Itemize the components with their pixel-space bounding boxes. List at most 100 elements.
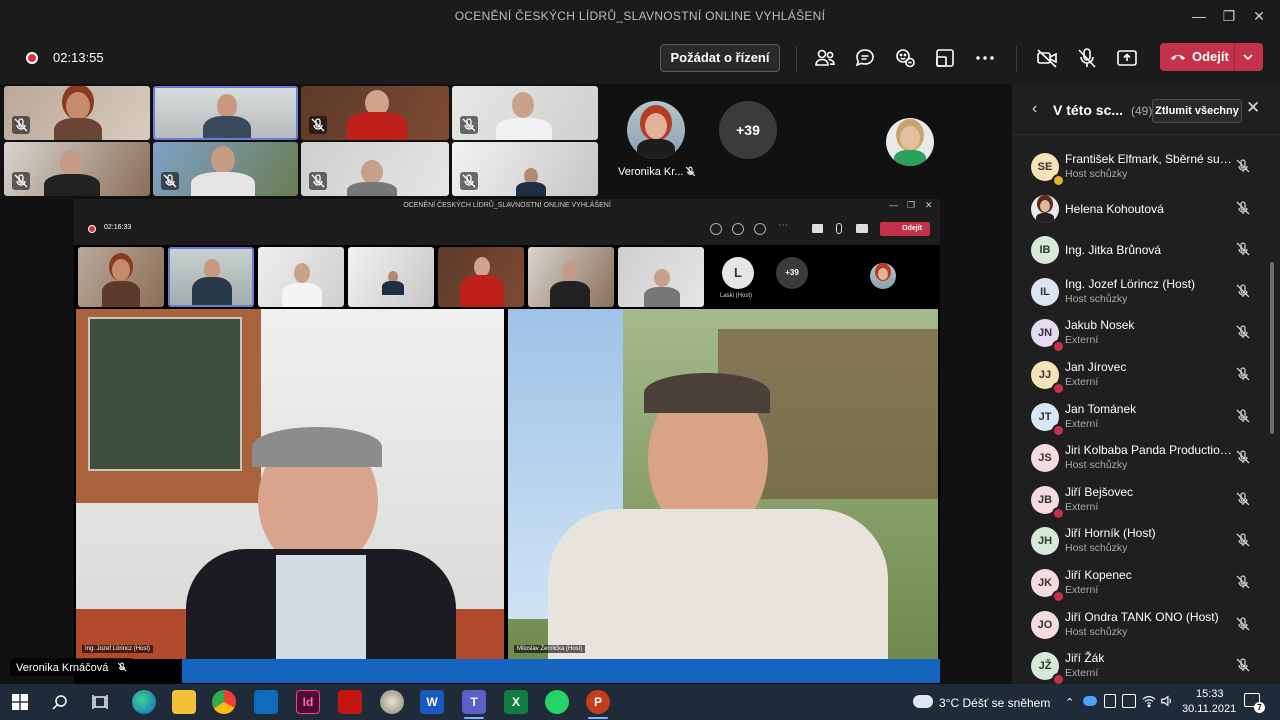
outlook-icon[interactable] — [254, 690, 278, 714]
muted-mic-icon[interactable] — [1234, 365, 1252, 383]
muted-mic-icon[interactable] — [1234, 282, 1252, 300]
weather-cloud-icon[interactable] — [913, 695, 933, 708]
excel-icon[interactable]: X — [504, 690, 528, 714]
participant-video-tile[interactable] — [4, 86, 150, 140]
participant-name: Jiří Bejšovec — [1065, 484, 1134, 499]
participant-row[interactable]: IB Ing. Jitka Brůnová — [1012, 230, 1272, 270]
participant-row[interactable]: JT Jan Tománek Externí — [1012, 397, 1272, 437]
wifi-icon[interactable] — [1142, 694, 1156, 708]
muted-mic-icon[interactable] — [1234, 240, 1252, 258]
participant-row[interactable]: Helena Kohoutová — [1012, 189, 1272, 229]
chat-icon[interactable] — [853, 46, 877, 70]
muted-mic-icon[interactable] — [1234, 573, 1252, 591]
mute-all-button[interactable]: Ztlumit všechny — [1152, 99, 1242, 123]
leave-button[interactable]: Odejít — [1160, 43, 1263, 71]
muted-mic-icon[interactable] — [1234, 490, 1252, 508]
onedrive-icon[interactable] — [1083, 696, 1097, 706]
window-title: OCENĚNÍ ČESKÝCH LÍDRŮ_SLAVNOSTNÍ ONLINE … — [454, 9, 826, 23]
request-control-button[interactable]: Požádat o řízení — [660, 44, 780, 72]
participant-row[interactable]: JK Jiří Kopenec Externí — [1012, 563, 1272, 603]
whatsapp-icon[interactable] — [545, 690, 569, 714]
participant-video-tile[interactable] — [301, 86, 449, 140]
meeting-stage: Veronika Kr... +39 OCENĚNÍ ČESKÝCH LÍDRŮ… — [0, 84, 1012, 685]
inner-video-tile — [438, 247, 524, 307]
indesign-icon[interactable]: Id — [296, 690, 320, 714]
participants-icon[interactable] — [813, 46, 837, 70]
chrome-icon[interactable] — [212, 690, 236, 714]
display-icon[interactable] — [1122, 694, 1136, 708]
participant-video-tile[interactable] — [452, 142, 598, 196]
windows-start-icon[interactable] — [12, 694, 28, 710]
hang-up-icon — [1171, 55, 1185, 60]
participant-row[interactable]: JN Jakub Nosek Externí — [1012, 313, 1272, 354]
acrobat-icon[interactable] — [338, 690, 362, 714]
clock-date[interactable]: 30.11.2021 — [1182, 703, 1236, 715]
participant-role: Externí — [1065, 376, 1099, 388]
clock-time[interactable]: 15:33 — [1196, 688, 1224, 700]
battery-icon[interactable] — [1104, 694, 1116, 708]
participant-avatar[interactable] — [886, 118, 934, 166]
teams-icon[interactable]: T — [462, 690, 486, 714]
muted-mic-icon[interactable] — [1234, 656, 1252, 674]
powerpoint-icon[interactable]: P — [586, 690, 610, 714]
inner-main-video-left: Ing. Jozef Lörincz (Host) — [76, 309, 504, 659]
participant-role: Host schůzky — [1065, 292, 1128, 305]
search-icon[interactable] — [52, 694, 68, 710]
share-screen-icon[interactable] — [1115, 46, 1139, 70]
participant-row[interactable]: JO Jiří Ondra TANK ONO (Host) Host schůzky — [1012, 605, 1272, 645]
muted-mic-icon[interactable] — [1234, 531, 1252, 549]
muted-mic-icon — [12, 172, 30, 190]
file-explorer-icon[interactable] — [172, 690, 196, 714]
maximize-icon[interactable]: ❐ — [1214, 6, 1244, 26]
muted-mic-icon[interactable] — [1234, 407, 1252, 425]
more-actions-icon[interactable] — [973, 46, 997, 70]
participant-avatar[interactable] — [627, 101, 685, 159]
participant-row[interactable]: SE František Elfmark, Sběrné sur... Host s… — [1012, 147, 1272, 187]
more-participants-button[interactable]: +39 — [719, 101, 777, 159]
participant-row[interactable]: IL Ing. Jozef Lörincz (Host) Host schůzky — [1012, 272, 1272, 312]
back-chevron-icon[interactable]: ‹ — [1032, 100, 1037, 118]
participant-row[interactable]: JB Jiří Bejšovec Externí — [1012, 480, 1272, 520]
presence-status-icon — [1052, 382, 1065, 395]
participant-row[interactable]: JH Jiří Horník (Host) Host schůzky — [1012, 521, 1272, 561]
participant-role: Host schůzky — [1065, 542, 1128, 555]
reactions-icon[interactable] — [893, 46, 917, 70]
breakout-rooms-icon[interactable] — [933, 46, 957, 70]
participant-name: Jiri Kolbaba Panda Production... — [1065, 443, 1233, 458]
participant-video-tile[interactable] — [4, 142, 150, 196]
minimize-icon[interactable]: — — [1184, 6, 1214, 26]
scrollbar[interactable] — [1270, 262, 1274, 434]
word-icon[interactable]: W — [420, 690, 444, 714]
show-hidden-icons[interactable]: ⌃ — [1065, 696, 1074, 709]
muted-mic-icon[interactable] — [1234, 448, 1252, 466]
inner-avatar-name: Laski (Host) — [720, 293, 753, 299]
muted-mic-icon[interactable] — [1234, 615, 1252, 633]
participant-row[interactable]: JS Jiri Kolbaba Panda Production... Host s… — [1012, 438, 1272, 478]
inner-title-bar: OCENĚNÍ ČESKÝCH LÍDRŮ_SLAVNOSTNÍ ONLINE … — [74, 199, 940, 215]
muted-mic-icon[interactable] — [1234, 199, 1252, 217]
camera-off-icon[interactable] — [1035, 46, 1059, 70]
participant-row[interactable]: JŽ Jiří Žák Externí — [1012, 646, 1272, 687]
participant-video-tile[interactable] — [301, 142, 449, 196]
participant-video-tile[interactable] — [153, 142, 298, 196]
participants-panel: ‹ V této sc... (49) Ztlumit všechny ✕ SE… — [1012, 84, 1280, 687]
close-panel-icon[interactable]: ✕ — [1246, 98, 1260, 118]
muted-mic-icon — [12, 116, 30, 134]
microphone-muted-icon[interactable] — [1075, 46, 1099, 70]
participant-count: (49) — [1131, 104, 1153, 118]
inner-video-tile — [528, 247, 614, 307]
task-view-icon[interactable] — [92, 694, 108, 710]
weather-text[interactable]: 3°C Déšť se sněhem — [939, 696, 1050, 710]
volume-icon[interactable] — [1160, 694, 1174, 708]
participant-name: Jan Tománek — [1065, 401, 1137, 416]
muted-mic-icon[interactable] — [1234, 157, 1252, 175]
chevron-down-icon[interactable] — [1240, 49, 1256, 65]
edge-icon[interactable] — [132, 690, 156, 714]
participant-name: Jiří Horník (Host) — [1065, 526, 1156, 541]
participant-video-tile-active[interactable] — [153, 86, 298, 140]
close-icon[interactable]: ✕ — [1244, 6, 1274, 26]
muted-mic-icon[interactable] — [1234, 323, 1252, 341]
participant-row[interactable]: JJ Jan Jírovec Externí — [1012, 355, 1272, 395]
paint-icon[interactable] — [380, 690, 404, 714]
participant-video-tile[interactable] — [452, 86, 598, 140]
